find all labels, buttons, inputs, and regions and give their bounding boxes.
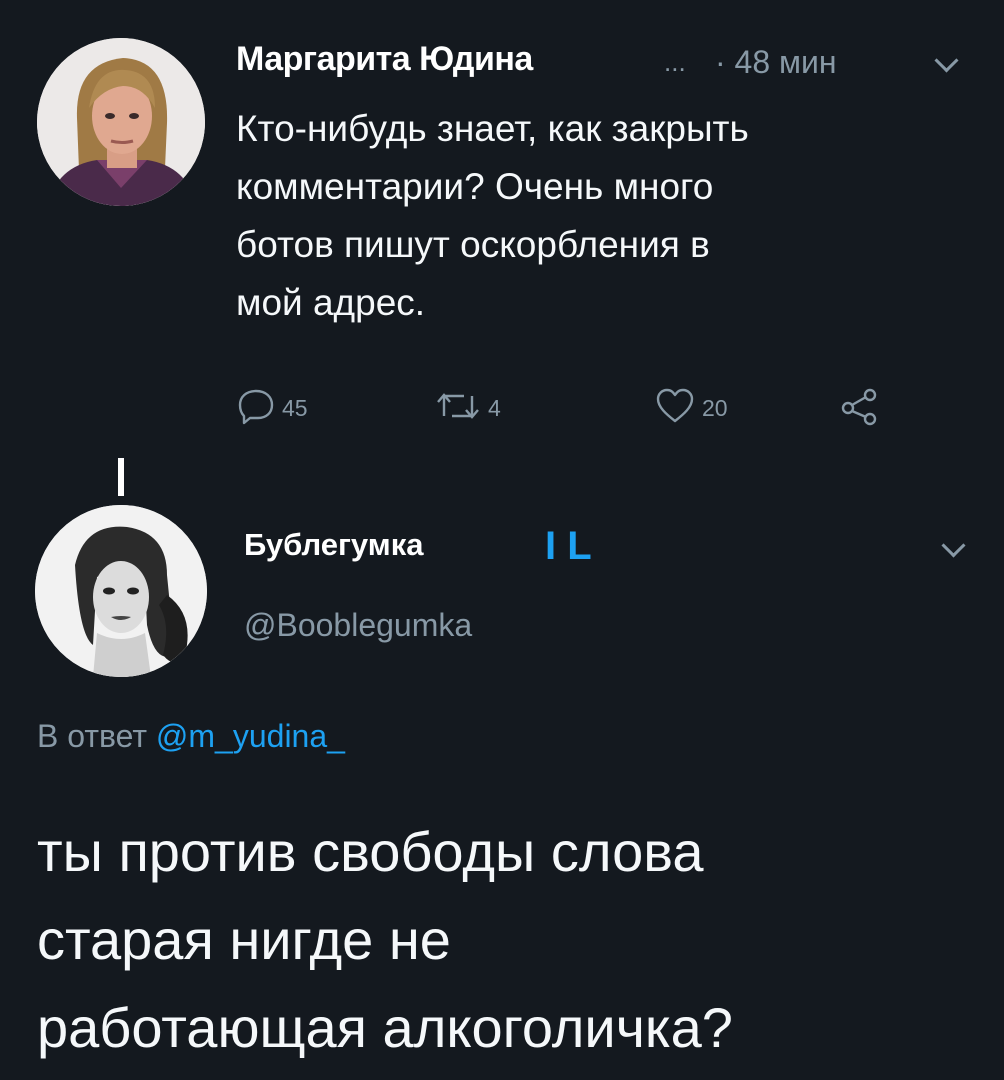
reply-context: В ответ @m_yudina_ [37,718,345,755]
author-avatar[interactable] [37,38,205,206]
chevron-down-icon[interactable] [941,533,966,558]
thread-connector [118,458,124,496]
tweet-text-line: комментарии? Очень много [236,166,714,207]
reply-author-handle[interactable]: @Booblegumka [244,607,472,644]
chevron-down-icon[interactable] [934,48,959,73]
author-badge: I L [545,524,592,568]
reply-text-line: ты против свободы слова [37,820,704,883]
retweet-button[interactable]: 4 [434,386,501,431]
reply-count: 45 [282,395,308,421]
tweet-text-line: мой адрес. [236,282,426,323]
reply-author-name[interactable]: Бублегумка [244,527,423,563]
retweet-icon [434,386,482,431]
like-button[interactable]: 20 [654,386,728,431]
reply-prefix: В ответ [37,718,148,754]
author-name[interactable]: Маргарита Юдина [236,40,533,79]
reply-mention-link[interactable]: @m_yudina_ [156,718,345,754]
retweet-count: 4 [488,395,501,421]
share-icon [838,386,880,431]
reply-button[interactable]: 45 [236,386,308,431]
heart-icon [654,386,696,431]
reply-author-avatar[interactable] [35,505,207,677]
reply-text: ты против свободы слова старая нигде не … [37,808,977,1072]
reply-icon [236,386,276,431]
tweet-text-line: Кто-нибудь знает, как закрыть [236,108,749,149]
reply-text-line: работающая алкоголичка? [37,996,733,1059]
tweet-text: Кто-нибудь знает, как закрыть комментари… [236,100,956,332]
reply-text-line: старая нигде не [37,908,451,971]
name-truncation: ... [664,47,686,77]
share-button[interactable] [838,386,880,431]
like-count: 20 [702,395,728,421]
tweet-text-line: ботов пишут оскорбления в [236,224,710,265]
tweet-timestamp[interactable]: · 48 мин [715,44,837,81]
